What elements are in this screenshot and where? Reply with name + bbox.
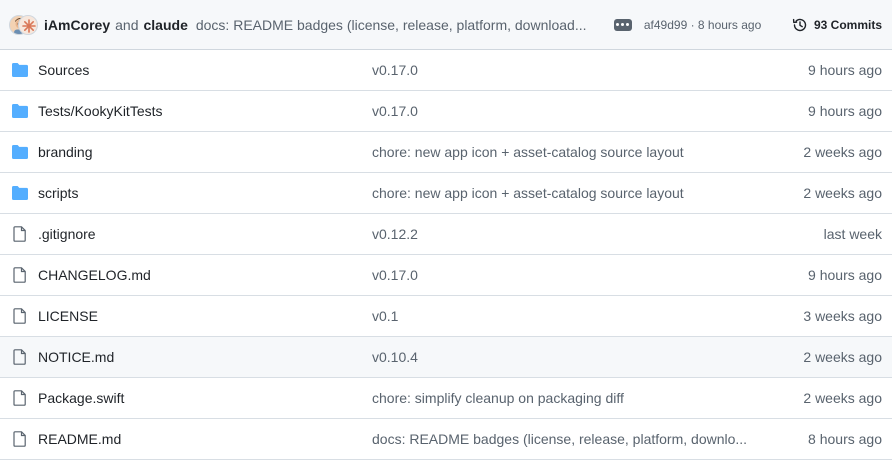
file-name-link[interactable]: branding	[38, 144, 93, 160]
file-icon	[11, 267, 29, 283]
commit-message-link[interactable]: v0.1	[372, 308, 762, 324]
commit-message-link[interactable]: chore: simplify cleanup on packaging dif…	[372, 390, 762, 406]
history-icon	[792, 18, 807, 31]
file-row[interactable]: Sources v0.17.0 9 hours ago	[0, 50, 892, 91]
commit-message-link[interactable]: v0.17.0	[372, 267, 762, 283]
commits-count: 93 Commits	[813, 17, 882, 32]
commit-date: 9 hours ago	[808, 103, 882, 119]
author-avatars[interactable]	[9, 14, 39, 35]
folder-icon	[11, 144, 29, 160]
commit-date: 2 weeks ago	[803, 185, 882, 201]
file-name-link[interactable]: Tests/KookyKitTests	[38, 103, 163, 119]
file-icon	[11, 226, 29, 242]
commit-date: 8 hours ago	[808, 431, 882, 447]
file-row[interactable]: branding chore: new app icon + asset-cata…	[0, 132, 892, 173]
commit-message-link[interactable]: v0.10.4	[372, 349, 762, 365]
file-row[interactable]: NOTICE.md v0.10.4 2 weeks ago	[0, 337, 892, 378]
file-name-link[interactable]: .gitignore	[38, 226, 96, 242]
folder-icon	[11, 103, 29, 119]
avatar[interactable]	[18, 14, 38, 35]
commit-message-link[interactable]: chore: new app icon + asset-catalog sour…	[372, 185, 762, 201]
commit-message-link[interactable]: docs: README badges (license, release, p…	[372, 431, 762, 447]
file-name-link[interactable]: NOTICE.md	[38, 349, 114, 365]
file-icon	[11, 431, 29, 447]
commit-date: 3 weeks ago	[803, 308, 882, 324]
file-name-link[interactable]: Sources	[38, 62, 89, 78]
file-name-link[interactable]: README.md	[38, 431, 121, 447]
author-link[interactable]: claude	[144, 17, 188, 33]
file-row[interactable]: scripts chore: new app icon + asset-catal…	[0, 173, 892, 214]
commit-date: 2 weeks ago	[803, 349, 882, 365]
expand-commit-message-button[interactable]	[613, 18, 632, 31]
file-row[interactable]: LICENSE v0.1 3 weeks ago	[0, 296, 892, 337]
file-name-link[interactable]: scripts	[38, 185, 78, 201]
commit-message-link[interactable]: v0.17.0	[372, 62, 762, 78]
file-row[interactable]: .gitignore v0.12.2 last week	[0, 214, 892, 255]
commit-date: 9 hours ago	[808, 267, 882, 283]
file-icon	[11, 390, 29, 406]
commit-message-link[interactable]: v0.12.2	[372, 226, 762, 242]
commit-date: last week	[823, 226, 882, 242]
file-row[interactable]: CHANGELOG.md v0.17.0 9 hours ago	[0, 255, 892, 296]
commit-message-link[interactable]: chore: new app icon + asset-catalog sour…	[372, 144, 762, 160]
file-row[interactable]: README.md docs: README badges (license, r…	[0, 419, 892, 460]
commit-date: 2 weeks ago	[803, 390, 882, 406]
commit-message-link[interactable]: v0.17.0	[372, 103, 762, 119]
commit-sha-time[interactable]: af49d99 · 8 hours ago	[644, 18, 761, 32]
file-list: Sources v0.17.0 9 hours ago Tests/KookyKitT…	[0, 50, 892, 460]
and-text: and	[115, 16, 139, 33]
commit-date: 9 hours ago	[808, 62, 882, 78]
commits-history-link[interactable]: 93 Commits	[792, 17, 882, 33]
file-name-link[interactable]: Package.swift	[38, 390, 124, 406]
ellipsis-icon	[616, 23, 620, 26]
latest-commit-message[interactable]: docs: README badges (license, release, p…	[196, 17, 598, 33]
folder-icon	[11, 62, 29, 78]
file-name-link[interactable]: LICENSE	[38, 308, 98, 324]
file-row[interactable]: Package.swift chore: simplify cleanup on …	[0, 378, 892, 419]
file-icon	[11, 349, 29, 365]
commit-date: 2 weeks ago	[803, 144, 882, 160]
file-row[interactable]: Tests/KookyKitTests v0.17.0 9 hours ago	[0, 91, 892, 132]
file-name-link[interactable]: CHANGELOG.md	[38, 267, 151, 283]
latest-commit-bar: iAmCorey and claude docs: README badges …	[0, 0, 892, 50]
author-link[interactable]: iAmCorey	[44, 17, 110, 33]
file-icon	[11, 308, 29, 324]
folder-icon	[11, 185, 29, 201]
